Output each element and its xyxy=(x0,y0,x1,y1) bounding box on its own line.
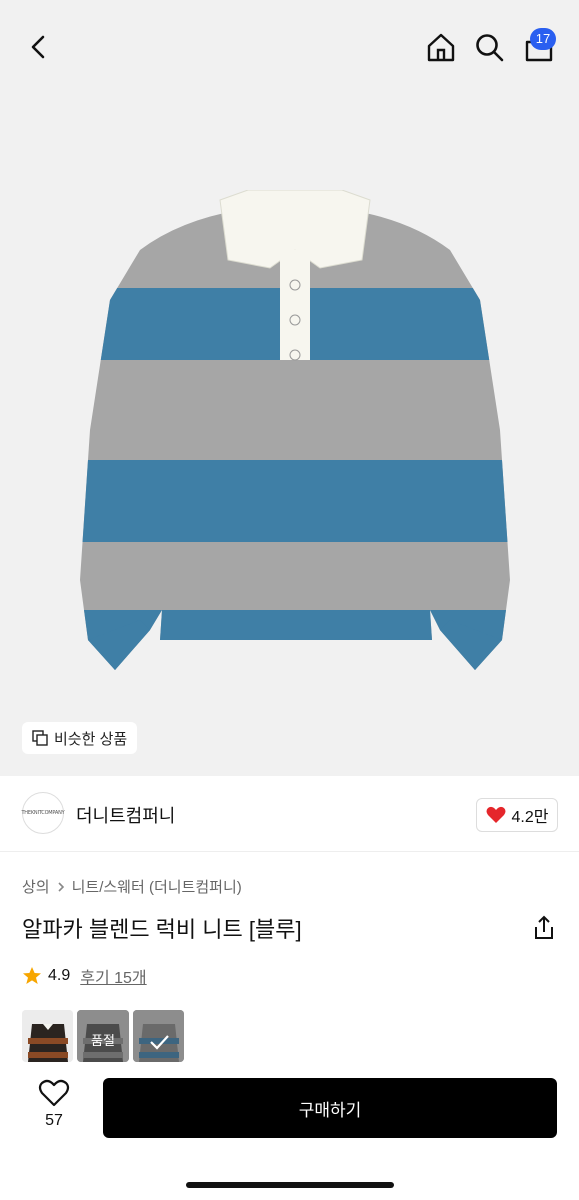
share-button[interactable] xyxy=(530,914,558,942)
top-navigation-bar: 17 xyxy=(0,0,579,96)
home-indicator xyxy=(186,1182,394,1188)
brand-like-button[interactable]: 4.2만 xyxy=(476,798,558,832)
product-image-area: 17 비슷한 상품 xyxy=(0,0,579,776)
brand-row: THEKNITCOMPANY 더니트컴퍼니 4.2만 xyxy=(0,776,579,852)
option-gray[interactable]: 품절 xyxy=(77,1010,129,1062)
search-button[interactable] xyxy=(472,30,506,64)
star-icon xyxy=(23,967,41,984)
option-brown[interactable] xyxy=(22,1010,74,1062)
copy-icon xyxy=(32,730,48,746)
heart-filled-icon xyxy=(486,806,506,823)
share-icon xyxy=(535,915,553,939)
option-thumbnail xyxy=(132,1010,184,1062)
color-options: 품절 xyxy=(22,1010,184,1062)
breadcrumb-item[interactable]: 상의 xyxy=(22,876,50,897)
brand-like-count: 4.2만 xyxy=(511,809,549,826)
review-count-link[interactable]: 후기 15개 xyxy=(80,964,146,988)
buy-button[interactable]: 구매하기 xyxy=(103,1078,557,1138)
product-photo[interactable] xyxy=(80,190,510,690)
rating-value: 4.9 xyxy=(48,967,71,984)
bottom-action-bar: 57 구매하기 xyxy=(0,1062,579,1200)
similar-products-label: 비슷한 상품 xyxy=(54,730,128,748)
home-icon xyxy=(427,33,455,62)
back-button[interactable] xyxy=(22,30,56,64)
brand-name[interactable]: 더니트컴퍼니 xyxy=(76,802,175,828)
breadcrumb: 상의 니트/스웨터 (더니트컴퍼니) xyxy=(22,876,242,897)
option-blue-selected[interactable] xyxy=(132,1010,184,1062)
cart-count-badge: 17 xyxy=(530,28,556,50)
brand-logo[interactable]: THEKNITCOMPANY xyxy=(21,792,65,834)
heart-outline-icon xyxy=(38,1079,70,1107)
chevron-left-icon xyxy=(31,35,45,59)
option-thumbnail xyxy=(22,1010,74,1062)
product-title: 알파카 블렌드 럭비 니트 [블루] xyxy=(22,917,302,942)
chevron-right-icon xyxy=(58,881,64,892)
breadcrumb-item[interactable]: 니트/스웨터 (더니트컴퍼니) xyxy=(72,876,242,897)
wishlist-count: 57 xyxy=(45,1112,63,1129)
similar-products-button[interactable]: 비슷한 상품 xyxy=(22,722,138,754)
search-icon xyxy=(476,34,504,62)
sold-out-label: 품절 xyxy=(91,1033,115,1048)
rating-row: 4.9 후기 15개 xyxy=(22,964,147,988)
home-button[interactable] xyxy=(424,30,458,64)
